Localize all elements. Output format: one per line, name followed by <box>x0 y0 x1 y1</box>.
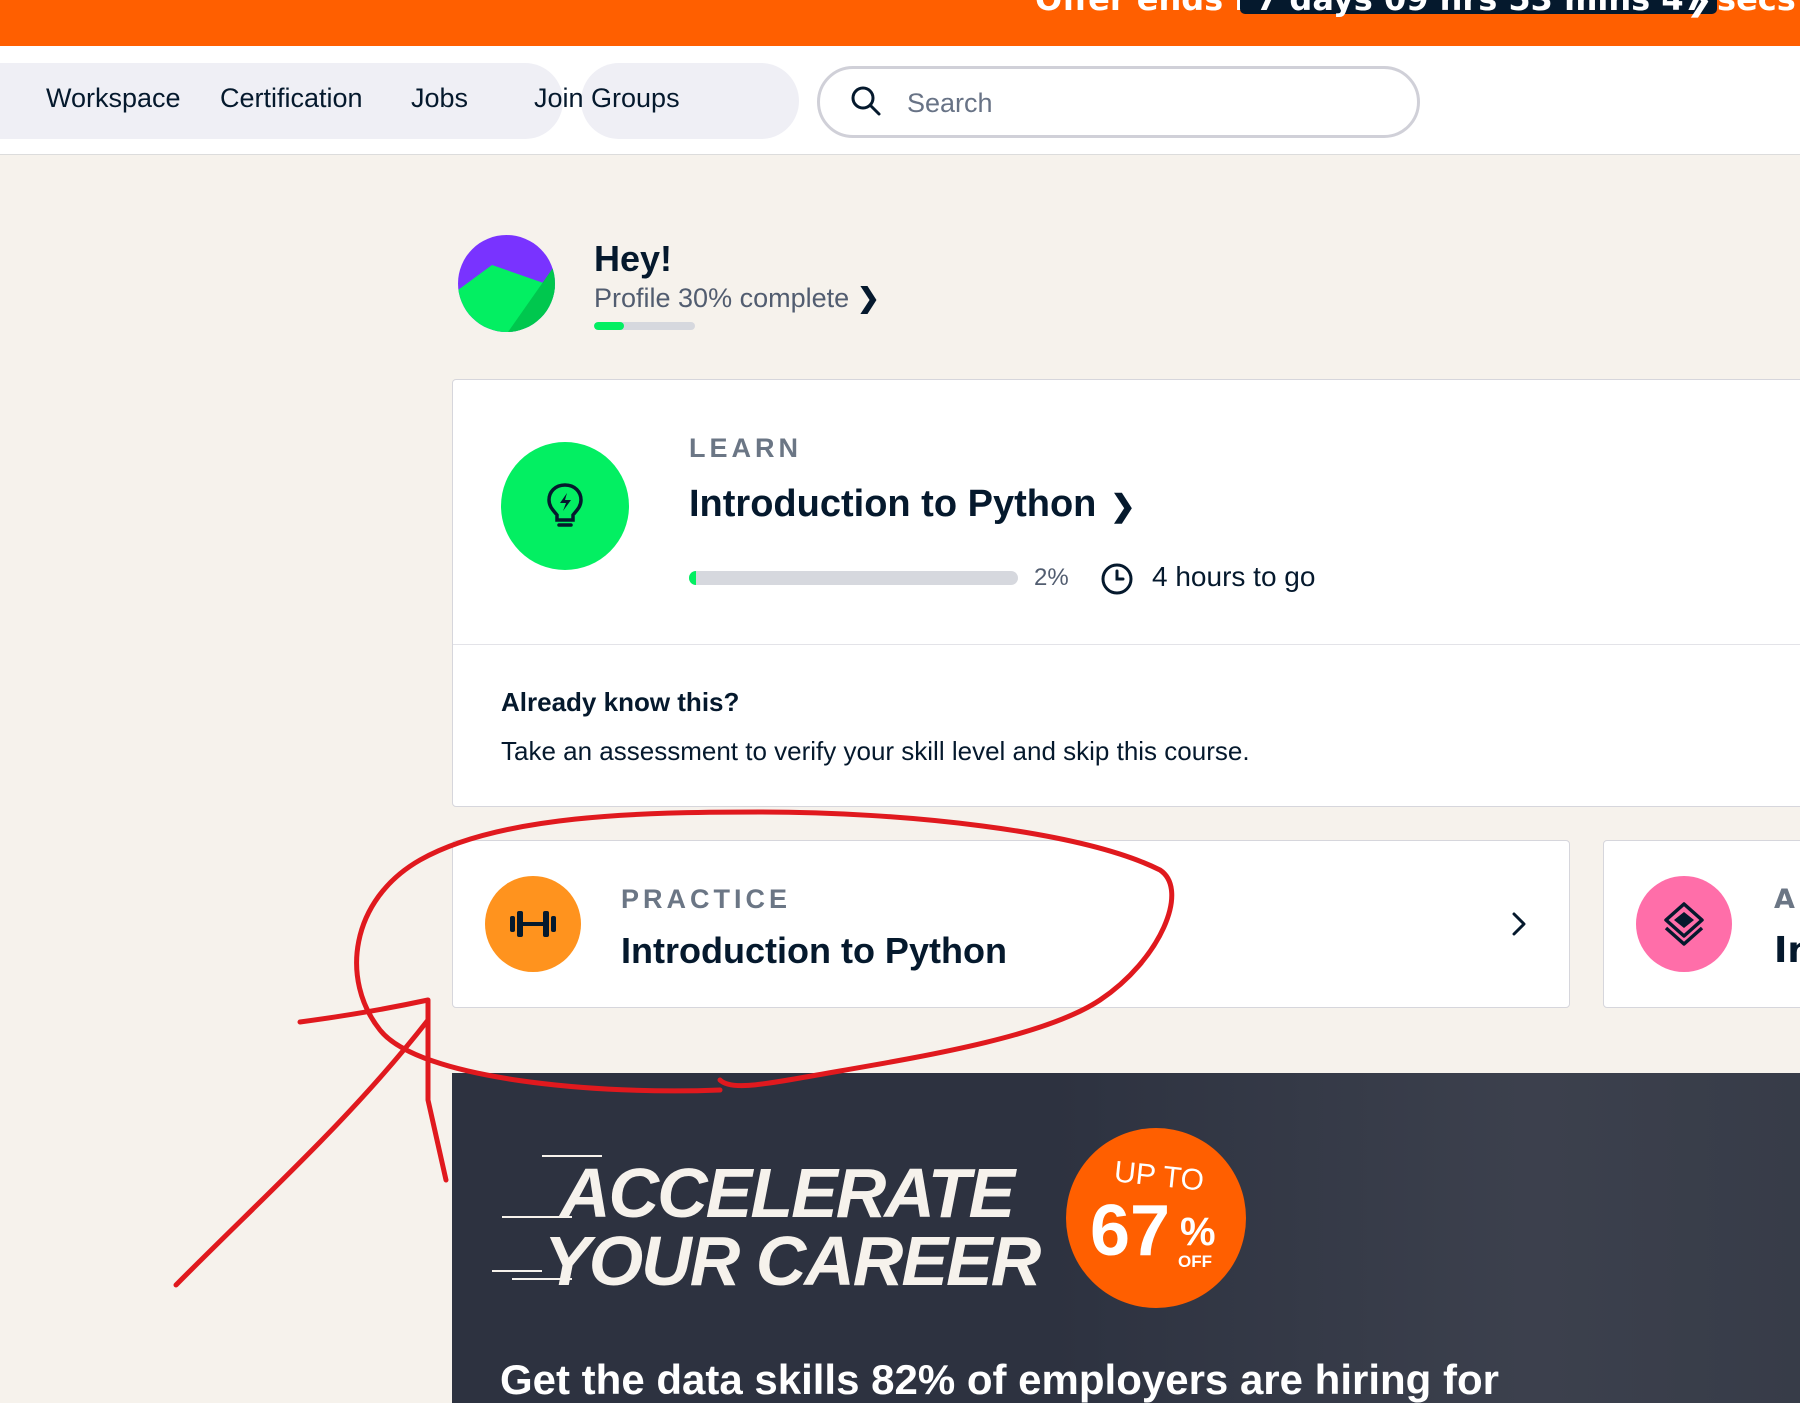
promo-text: Offer ends in <box>1035 0 1268 18</box>
search-input[interactable] <box>905 82 1389 124</box>
layers-icon <box>1664 902 1704 946</box>
nav-link-certification[interactable]: Certification <box>220 83 363 114</box>
banner-headline-line2: YOUR CAREER <box>544 1222 1041 1300</box>
avatar[interactable] <box>458 235 555 332</box>
assessment-card[interactable]: AS In <box>1603 840 1800 1008</box>
discount-number: 67 <box>1090 1191 1171 1271</box>
promo-career-banner[interactable]: ACCELERATE YOUR CAREER UP TO 67 % OFF Ge… <box>452 1073 1800 1403</box>
practice-icon-circle <box>485 876 581 972</box>
practice-card[interactable]: PRACTICE Introduction to Python <box>452 840 1570 1008</box>
profile-progress-bar <box>594 322 695 330</box>
discount-off: OFF <box>1178 1252 1212 1271</box>
profile-completion-label: Profile 30% complete <box>594 283 850 313</box>
chevron-right-icon[interactable] <box>1509 909 1529 939</box>
assessment-eyebrow: AS <box>1774 884 1800 915</box>
top-navigation: Workspace Certification Jobs Join Groups <box>0 46 1800 155</box>
assessment-icon-circle <box>1636 876 1732 972</box>
annotation-arrow <box>173 997 449 1288</box>
assessment-link[interactable]: Take an assessment to verify your skill … <box>501 736 1250 767</box>
learn-icon-circle <box>501 442 629 570</box>
assessment-heading: Already know this? <box>501 687 740 717</box>
discount-percent-sign: % <box>1180 1210 1216 1254</box>
course-progress-bar <box>689 571 1018 585</box>
promo-banner: Offer ends in 7 days 09 hrs 53 mins 47 s… <box>0 0 1800 46</box>
search-box[interactable] <box>817 66 1420 138</box>
promo-countdown-label: 7 days 09 hrs 53 mins 47 secs <box>1256 0 1796 18</box>
chevron-right-icon: ❯ <box>857 283 880 313</box>
assessment-course-title: In <box>1774 930 1800 971</box>
nav-link-jobs[interactable]: Jobs <box>411 83 468 114</box>
practice-eyebrow: PRACTICE <box>621 884 792 914</box>
card-divider <box>453 644 1800 645</box>
learn-eyebrow: LEARN <box>689 433 802 463</box>
lightbulb-icon <box>547 483 583 527</box>
chevron-right-icon: ❯ <box>1110 490 1136 523</box>
profile-progress-fill <box>594 322 625 330</box>
learn-card: LEARN Introduction to Python ❯ 2% 4 hours… <box>452 379 1800 807</box>
learn-course-title[interactable]: Introduction to Python ❯ <box>689 483 1136 526</box>
profile-completion-link[interactable]: Profile 30% complete ❯ <box>594 283 880 314</box>
clock-icon <box>1101 563 1133 595</box>
time-remaining: 4 hours to go <box>1152 561 1316 592</box>
course-progress-label: 2% <box>1034 564 1069 591</box>
dumbbell-icon <box>510 911 556 937</box>
practice-course-title: Introduction to Python <box>621 930 1007 971</box>
nav-link-workspace[interactable]: Workspace <box>46 83 181 114</box>
search-icon <box>851 86 881 116</box>
course-progress-fill <box>689 571 696 585</box>
join-groups-label: Join Groups <box>534 83 680 113</box>
learn-course-title-text: Introduction to Python <box>689 483 1097 525</box>
speed-line <box>492 1270 542 1272</box>
discount-badge: UP TO 67 % OFF <box>1066 1128 1246 1308</box>
promo-countdown-button[interactable]: 7 days 09 hrs 53 mins 47 secs ❯ <box>1240 0 1796 18</box>
greeting-title: Hey! <box>594 238 673 279</box>
chevron-right-icon: ❯ <box>1686 0 1713 18</box>
